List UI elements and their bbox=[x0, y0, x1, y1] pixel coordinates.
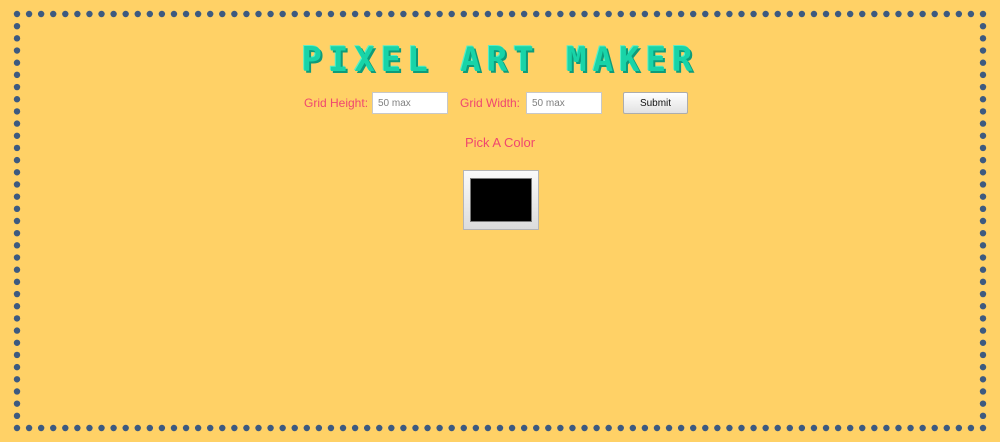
submit-button[interactable]: Submit bbox=[623, 92, 688, 114]
grid-width-label: Grid Width: bbox=[460, 96, 521, 110]
main-content: PIXEL ART MAKER Grid Height: Grid Width:… bbox=[0, 0, 1000, 442]
color-swatch bbox=[470, 178, 532, 222]
grid-height-input[interactable] bbox=[372, 92, 448, 114]
grid-size-form: Grid Height: Grid Width: Submit bbox=[0, 92, 1000, 114]
page-title: PIXEL ART MAKER bbox=[301, 40, 699, 80]
pick-color-label: Pick A Color bbox=[464, 135, 536, 150]
color-picker[interactable] bbox=[463, 170, 539, 230]
grid-height-label: Grid Height: bbox=[304, 96, 369, 110]
grid-width-input[interactable] bbox=[526, 92, 602, 114]
